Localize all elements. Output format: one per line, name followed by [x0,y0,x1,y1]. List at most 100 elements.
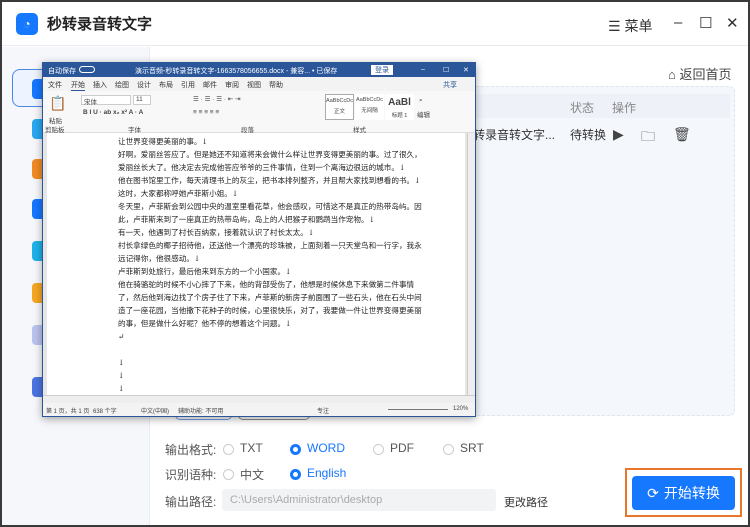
word-tab[interactable]: 引用 [181,80,195,90]
start-button-label: 开始转换 [663,485,720,501]
hamburger-icon: ☰ [608,18,621,34]
document-paragraph: 有一天，他遇到了村长百纳家，接着就认识了村长太太。↓ [118,228,315,237]
document-paragraph [118,343,428,356]
option-label[interactable]: WORD [307,441,345,455]
menu-button[interactable]: ☰ 菜单 [608,16,652,36]
document-paragraph: 好啊，爱丽丝答应了。但是她还不知道将来会做什么样让世界变得更美丽的事。过了很久，… [118,150,422,172]
word-tab[interactable]: 开始 [71,80,85,91]
word-tab[interactable]: 视图 [247,80,261,90]
accessibility-status: 辅助功能: 不可用 [178,409,224,415]
autosave-label: 自动保存 [48,68,76,75]
word-window: 自动保存 演示音频-秒转录音转文字-1663578056655.docx - 兼… [42,62,476,417]
minimize-button[interactable]: – [674,14,682,31]
radio-english[interactable] [290,469,301,480]
document-area: 让世界变得更美丽的事。↓ 好啊，爱丽丝答应了。但是她还不知道将来会做什么样让世界变… [43,133,475,403]
word-tab[interactable]: 布局 [159,80,173,90]
paragraph-buttons[interactable]: ☰ · ☰ · ☰ · ⇤ ⇥ [193,95,241,103]
radio-中文[interactable] [223,469,234,480]
format-label: 输出格式: [165,443,217,457]
word-tab[interactable]: 审阅 [225,80,239,90]
font-size-select[interactable]: 11 [133,95,151,105]
header-actions: 操作 [612,101,637,115]
login-button[interactable]: 登录 [371,65,393,75]
document-paragraph: 这时，大家都称呼她卢菲斯小姐。↓ [118,189,239,198]
autosave-toggle[interactable] [79,66,95,73]
style-name: 正文 [333,109,345,115]
play-file-icon[interactable]: ▶ [613,126,624,143]
app-title: 秒转录音转文字 [47,16,153,33]
edit-label: 编辑 [417,112,430,119]
word-maximize[interactable]: ☐ [443,66,449,74]
home-icon: ⌂ [668,67,676,82]
header-status: 状态 [570,101,595,115]
document-paragraph: 让世界变得更美丽的事。↓ [118,137,208,146]
share-button[interactable]: 共享 [443,80,457,90]
option-label[interactable]: English [307,466,346,480]
word-tab[interactable]: 插入 [93,80,107,90]
option-label[interactable]: TXT [240,441,263,455]
document-paragraph: ↓ [118,371,125,380]
font-select[interactable]: 宋体 [81,95,131,106]
style-item[interactable]: AaBl 标题 1 [385,94,414,120]
style-item[interactable]: AaBbCcDc 正文 [325,94,354,120]
align-buttons[interactable]: ≡ ≡ ≡ ≡ ≡ [193,109,219,116]
horizontal-scrollbar[interactable] [43,395,475,403]
table-header: 状态 操作 [465,94,730,118]
app-logo-icon: ◔ [16,12,38,35]
document-text: 让世界变得更美丽的事。↓ 好啊，爱丽丝答应了。但是她还不知道将来会做什么样让世界变… [118,135,428,403]
radio-pdf[interactable] [373,444,384,455]
zoom-slider[interactable] [388,409,448,410]
path-label: 输出路径: [165,495,217,509]
document-paragraph: 他在图书馆里工作，每天清理书上的灰尘，把书本排列整齐，并且帮大家找到想看的书。↓ [118,176,421,185]
word-tab[interactable]: 文件 [48,80,62,90]
table-row: 转录音转文字... 待转换 ▶ 🗀 🗑 [465,122,730,146]
language-label: 识别语种: [165,468,217,482]
word-minimize[interactable]: – [421,66,425,73]
word-tab[interactable]: 绘图 [115,80,129,90]
style-sample: AaBl [388,97,411,108]
word-status-bar: 第 1 页，共 1 页 638 个字 中文(中国) 辅助功能: 不可用 专注 1… [43,403,475,416]
paste-icon[interactable]: 📋 [49,95,66,112]
word-tab[interactable]: 帮助 [269,80,283,90]
word-tab[interactable]: 邮件 [203,80,217,90]
option-label[interactable]: 中文 [240,466,264,483]
document-paragraph: ↵ [118,332,125,341]
style-sample: AaBbCcDc [356,97,383,103]
radio-txt[interactable] [223,444,234,455]
back-home-link[interactable]: ⌂ 返回首页 [668,64,732,83]
word-tab[interactable]: 设计 [137,80,151,90]
start-convert-button[interactable]: ⟳ 开始转换 [632,476,735,510]
option-label[interactable]: PDF [390,441,414,455]
trash-icon[interactable]: 🗑 [673,126,691,143]
document-paragraph: ↓ [118,384,125,393]
document-paragraph: 村长拿绿色的椰子招待他，还送他一个漂亮的珍珠被，上面刻着一只天堂鸟和一行字，我永… [118,241,422,263]
maximize-button[interactable]: ☐ [699,14,712,32]
close-button[interactable]: ✕ [726,14,739,32]
style-item[interactable]: AaBbCcDc 无间隔 [355,94,384,120]
language-status: 中文(中国) [141,409,169,415]
file-name: 转录音转文字... [473,128,556,142]
document-paragraph: 他在骑骆驼的时候不小心摔了下来，他的背部受伤了，他想是时候休息下来做第二件事情了… [118,280,422,328]
option-label[interactable]: SRT [460,441,484,455]
radio-word[interactable] [290,444,301,455]
word-close[interactable]: ✕ [463,66,469,74]
style-name: 标题 1 [391,113,408,119]
document-paragraph: 冬天里，卢菲斯会到公园中央的温室里看花草，他会感叹，可惜这不是真正的热带岛屿。因… [118,202,422,224]
output-path-input[interactable]: C:\Users\Administrator\desktop [222,489,496,511]
radio-srt[interactable] [443,444,454,455]
word-title-bar: 自动保存 演示音频-秒转录音转文字-1663578056655.docx - 兼… [43,63,475,77]
vertical-scrollbar[interactable] [467,133,475,403]
zoom-level: 120% [453,406,469,412]
change-path-link[interactable]: 更改路径 [504,494,548,510]
focus-button[interactable]: 专注 [317,406,329,415]
document-page[interactable]: 让世界变得更美丽的事。↓ 好啊，爱丽丝答应了。但是她还不知道将来会做什么样让世界变… [47,133,465,403]
word-count: 638 个字 [93,409,117,415]
status-badge: 待转换 [570,128,607,142]
format-buttons[interactable]: B I U · ab x₂ x² A · A [83,109,143,116]
word-doc-title: 演示音频-秒转录音转文字-1663578056655.docx - 兼容... … [135,68,338,75]
word-ribbon-tabs: 共享 文件 开始 插入 绘图 设计 布局 引用 邮件 审阅 视图 帮助 [43,77,475,91]
style-name: 无间隔 [361,108,378,114]
find-icon[interactable]: ⌕ [419,97,423,105]
folder-icon[interactable]: 🗀 [641,126,655,150]
start-button-highlight: ⟳ 开始转换 [625,468,742,517]
